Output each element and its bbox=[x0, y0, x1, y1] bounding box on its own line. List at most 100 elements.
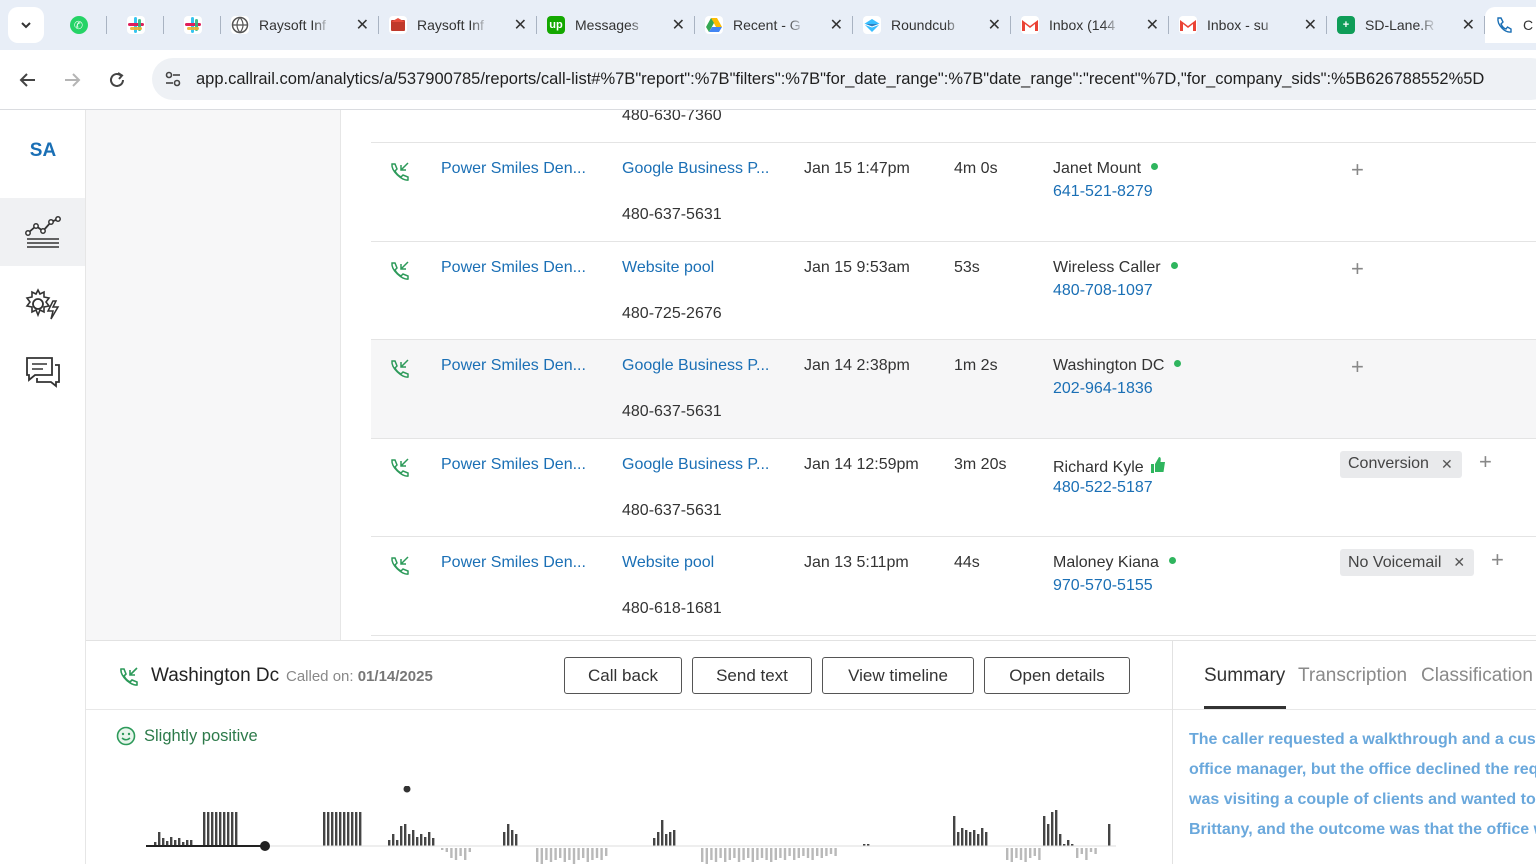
tab-search-button[interactable] bbox=[8, 7, 44, 43]
waveform-bar bbox=[507, 824, 510, 846]
waveform-bar bbox=[793, 848, 796, 860]
waveform-bar bbox=[388, 840, 391, 846]
table-row[interactable]: Power Smiles Den... Google Business P... 4… bbox=[371, 143, 1536, 242]
caller-phone[interactable]: 970-570-5155 bbox=[1053, 577, 1153, 595]
browser-tab-9[interactable]: Inbox - su ✕ bbox=[1169, 7, 1327, 43]
company-link[interactable]: Power Smiles Den... bbox=[441, 554, 586, 572]
back-button[interactable] bbox=[10, 62, 46, 98]
tab-transcription[interactable]: Transcription bbox=[1298, 665, 1407, 687]
browser-tab-8[interactable]: Inbox (144 ✕ bbox=[1011, 7, 1169, 43]
caller-phone[interactable]: 202-964-1836 bbox=[1053, 380, 1153, 398]
browser-tab-2[interactable] bbox=[164, 7, 221, 43]
view-timeline-button[interactable]: View timeline bbox=[822, 657, 974, 694]
browser-tab-7[interactable]: Roundcub ✕ bbox=[853, 7, 1011, 43]
tab-close-icon[interactable]: ✕ bbox=[1304, 15, 1317, 35]
source-link[interactable]: Google Business P... bbox=[622, 357, 769, 375]
detail-tabs: Summary Transcription Classification bbox=[1173, 641, 1536, 710]
smiley-icon bbox=[116, 726, 136, 746]
tab-classification[interactable]: Classification bbox=[1421, 665, 1533, 687]
caller-phone[interactable]: 641-521-8279 bbox=[1053, 183, 1153, 201]
company-link[interactable]: Power Smiles Den... bbox=[441, 259, 586, 277]
add-tag-button[interactable]: + bbox=[1491, 547, 1504, 573]
waveform-bar bbox=[1080, 848, 1083, 854]
sidebar-item-settings[interactable] bbox=[0, 270, 85, 338]
company-link[interactable]: Power Smiles Den... bbox=[441, 456, 586, 474]
waveform-bar bbox=[1076, 848, 1079, 858]
url-text[interactable]: app.callrail.com/analytics/a/537900785/r… bbox=[196, 70, 1484, 89]
address-bar[interactable]: app.callrail.com/analytics/a/537900785/r… bbox=[152, 58, 1536, 100]
waveform-bar bbox=[359, 812, 362, 846]
forward-button[interactable] bbox=[54, 62, 90, 98]
add-tag-button[interactable]: + bbox=[1351, 354, 1364, 380]
tab-close-icon[interactable]: ✕ bbox=[1462, 15, 1475, 35]
tab-close-icon[interactable]: ✕ bbox=[988, 15, 1001, 35]
browser-tab-4[interactable]: Raysoft Inf ✕ bbox=[379, 7, 537, 43]
browser-tab-6[interactable]: Recent - G ✕ bbox=[695, 7, 853, 43]
table-row[interactable]: Power Smiles Den... Website pool 480-618-1… bbox=[371, 537, 1536, 636]
raysoft-favicon-icon bbox=[389, 16, 407, 34]
called-on-label: Called on: bbox=[286, 668, 354, 685]
waveform-bar bbox=[347, 812, 350, 846]
site-info-button[interactable] bbox=[158, 64, 188, 94]
open-details-button[interactable]: Open details bbox=[984, 657, 1130, 694]
tab-close-icon[interactable]: ✕ bbox=[356, 15, 369, 35]
sidebar-item-analytics[interactable] bbox=[0, 198, 85, 266]
caller-name: Washington DC bbox=[1053, 357, 1182, 375]
browser-tab-10[interactable]: + SD-Lane.R ✕ bbox=[1327, 7, 1485, 43]
call-duration: 44s bbox=[954, 554, 980, 571]
sidebar-item-conversations[interactable] bbox=[0, 338, 85, 406]
caller-phone[interactable]: 480-708-1097 bbox=[1053, 282, 1153, 300]
browser-tab-11[interactable]: C bbox=[1485, 7, 1536, 43]
tab-close-icon[interactable]: ✕ bbox=[1146, 15, 1159, 35]
source-link[interactable]: Website pool bbox=[622, 554, 714, 572]
waveform-bar bbox=[468, 848, 471, 852]
waveform-bar bbox=[985, 832, 988, 846]
waveform-bar bbox=[770, 848, 773, 862]
call-duration: 4m 0s bbox=[954, 160, 998, 177]
waveform-bar bbox=[323, 812, 326, 846]
waveform-bar bbox=[545, 848, 548, 860]
company-link[interactable]: Power Smiles Den... bbox=[441, 160, 586, 178]
waveform-bar bbox=[339, 812, 342, 846]
send-text-button[interactable]: Send text bbox=[692, 657, 812, 694]
waveform-bar bbox=[207, 812, 210, 846]
add-tag-button[interactable]: + bbox=[1351, 256, 1364, 282]
audio-waveform[interactable] bbox=[146, 786, 1116, 864]
tab-close-icon[interactable]: ✕ bbox=[514, 15, 527, 35]
account-logo[interactable]: SA bbox=[0, 140, 86, 162]
add-tag-button[interactable]: + bbox=[1479, 449, 1492, 475]
call-back-button[interactable]: Call back bbox=[564, 657, 682, 694]
source-link[interactable]: Google Business P... bbox=[622, 160, 769, 178]
browser-toolbar: app.callrail.com/analytics/a/537900785/r… bbox=[0, 50, 1536, 110]
browser-tab-3[interactable]: Raysoft Inf ✕ bbox=[221, 7, 379, 43]
browser-tab-5[interactable]: up Messages ✕ bbox=[537, 7, 695, 43]
tab-title: Inbox - su bbox=[1207, 17, 1269, 33]
summary-line: The caller requested a walkthrough and a… bbox=[1189, 731, 1536, 748]
waveform-bar bbox=[459, 848, 462, 856]
whatsapp-favicon-icon: ✆ bbox=[69, 16, 88, 34]
source-link[interactable]: Website pool bbox=[622, 259, 714, 277]
waveform-bar bbox=[235, 812, 238, 846]
table-row[interactable]: Power Smiles Den... Google Business P... 4… bbox=[371, 439, 1536, 537]
chart-line-icon bbox=[24, 216, 61, 248]
table-row[interactable]: Power Smiles Den... Google Business P... 4… bbox=[371, 340, 1536, 439]
add-tag-button[interactable]: + bbox=[1351, 157, 1364, 183]
waveform-bar bbox=[450, 848, 453, 858]
waveform-bar bbox=[977, 834, 980, 846]
caller-phone[interactable]: 480-522-5187 bbox=[1053, 479, 1153, 497]
company-link[interactable]: Power Smiles Den... bbox=[441, 357, 586, 375]
remove-tag-icon[interactable]: ✕ bbox=[1441, 456, 1453, 473]
playhead-handle[interactable] bbox=[260, 841, 270, 851]
browser-tab-0[interactable]: ✆ bbox=[50, 7, 107, 43]
source-link[interactable]: Google Business P... bbox=[622, 456, 769, 474]
table-row[interactable]: Power Smiles Den... Website pool 480-725-2… bbox=[371, 242, 1536, 340]
tab-summary[interactable]: Summary bbox=[1204, 665, 1285, 687]
waveform-bar bbox=[351, 812, 354, 846]
browser-tab-1[interactable] bbox=[107, 7, 164, 43]
chat-bubbles-icon bbox=[25, 357, 60, 388]
waveform-bar bbox=[969, 832, 972, 846]
tab-close-icon[interactable]: ✕ bbox=[830, 15, 843, 35]
reload-button[interactable] bbox=[99, 62, 135, 98]
tab-close-icon[interactable]: ✕ bbox=[672, 15, 685, 35]
remove-tag-icon[interactable]: ✕ bbox=[1453, 554, 1465, 571]
